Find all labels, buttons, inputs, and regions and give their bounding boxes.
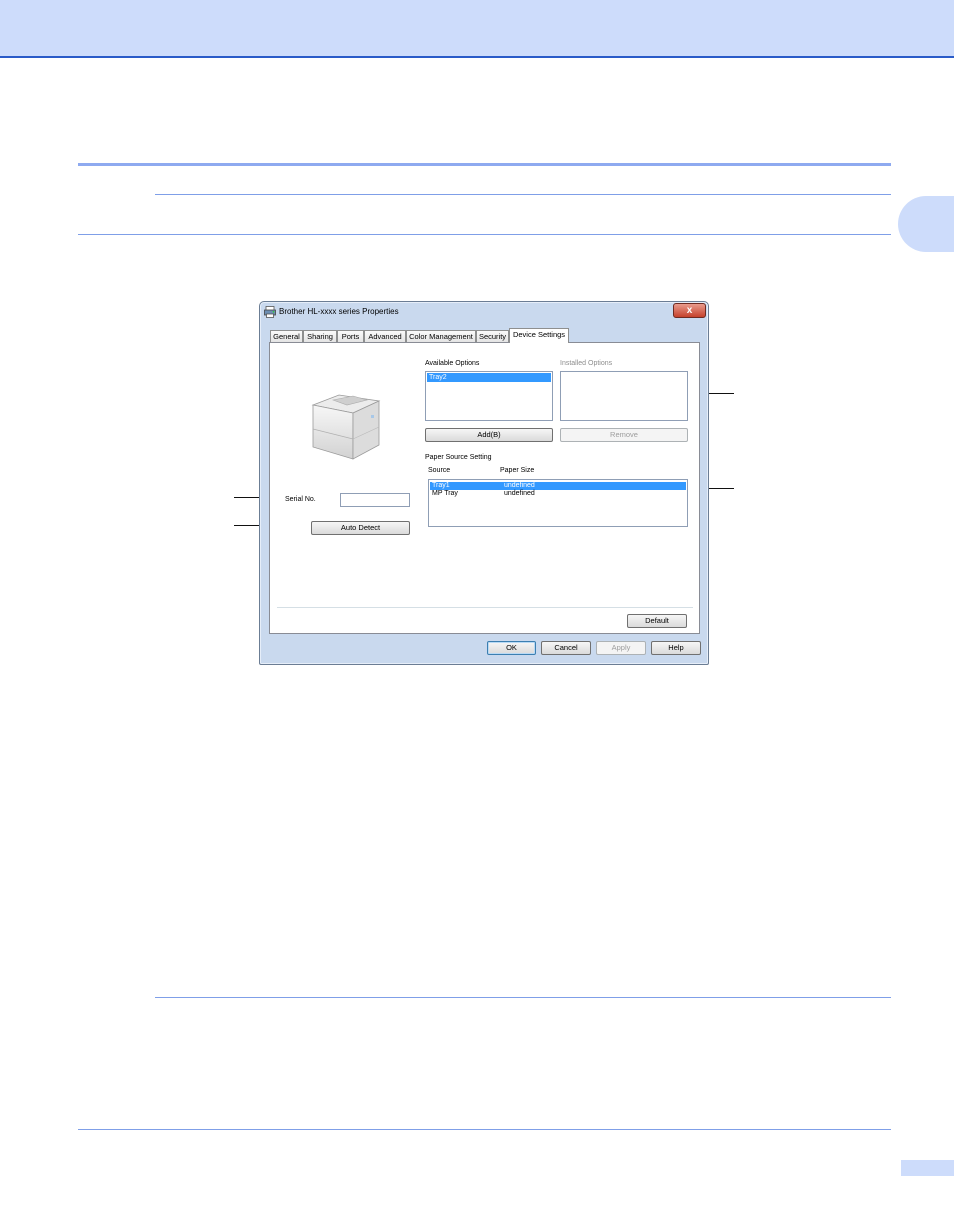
source-cell: MP Tray	[432, 490, 458, 497]
tab-ports[interactable]: Ports	[337, 330, 364, 342]
tab-security[interactable]: Security	[476, 330, 509, 342]
tab-device-settings[interactable]: Device Settings	[509, 328, 569, 343]
footer-rule	[78, 1129, 891, 1130]
apply-button[interactable]: Apply	[596, 641, 646, 655]
page-number-box	[901, 1160, 954, 1176]
panel-separator	[277, 607, 693, 608]
list-item[interactable]: Tray2	[427, 373, 551, 382]
table-row[interactable]: MP Tray undefined	[430, 490, 686, 498]
tab-sharing[interactable]: Sharing	[303, 330, 337, 342]
close-button[interactable]: x	[673, 303, 706, 318]
printer-icon	[264, 306, 276, 318]
default-button[interactable]: Default	[627, 614, 687, 628]
add-button[interactable]: Add(B)	[425, 428, 553, 442]
source-column-header: Source	[428, 467, 451, 474]
remove-button[interactable]: Remove	[560, 428, 688, 442]
ok-button[interactable]: OK	[487, 641, 536, 655]
table-row[interactable]: Tray1 undefined	[430, 482, 686, 490]
serial-no-label: Serial No.	[285, 496, 316, 503]
page-header-band	[0, 0, 954, 58]
paper-size-column-header: Paper Size	[500, 467, 535, 474]
device-settings-panel: Available Options Installed Options Tray…	[269, 342, 700, 634]
window-title: Brother HL-xxxx series Properties	[279, 307, 399, 316]
serial-no-input[interactable]	[340, 493, 410, 507]
section-rule-3	[78, 234, 891, 235]
paper-source-label: Paper Source Setting	[425, 454, 492, 461]
section-rule-4	[155, 997, 891, 998]
paper-source-list[interactable]: Tray1 undefined MP Tray undefined	[428, 479, 688, 527]
paper-size-cell: undefined	[504, 490, 535, 497]
installed-options-label: Installed Options	[560, 360, 613, 367]
tab-color-management[interactable]: Color Management	[406, 330, 476, 342]
auto-detect-button[interactable]: Auto Detect	[311, 521, 410, 535]
help-button[interactable]: Help	[651, 641, 701, 655]
source-cell: Tray1	[432, 482, 450, 489]
paper-size-cell: undefined	[504, 482, 535, 489]
tab-advanced[interactable]: Advanced	[364, 330, 406, 342]
tab-general[interactable]: General	[270, 330, 303, 342]
section-rule-2	[155, 194, 891, 195]
cancel-button[interactable]: Cancel	[541, 641, 591, 655]
chapter-thumb-tab	[898, 196, 954, 252]
section-rule-top	[78, 163, 891, 166]
available-options-label: Available Options	[425, 360, 480, 367]
available-options-list[interactable]: Tray2	[425, 371, 553, 421]
printer-properties-dialog: Brother HL-xxxx series Properties x Gene…	[259, 301, 709, 665]
installed-options-list[interactable]	[560, 371, 688, 421]
printer-illustration	[311, 394, 381, 460]
